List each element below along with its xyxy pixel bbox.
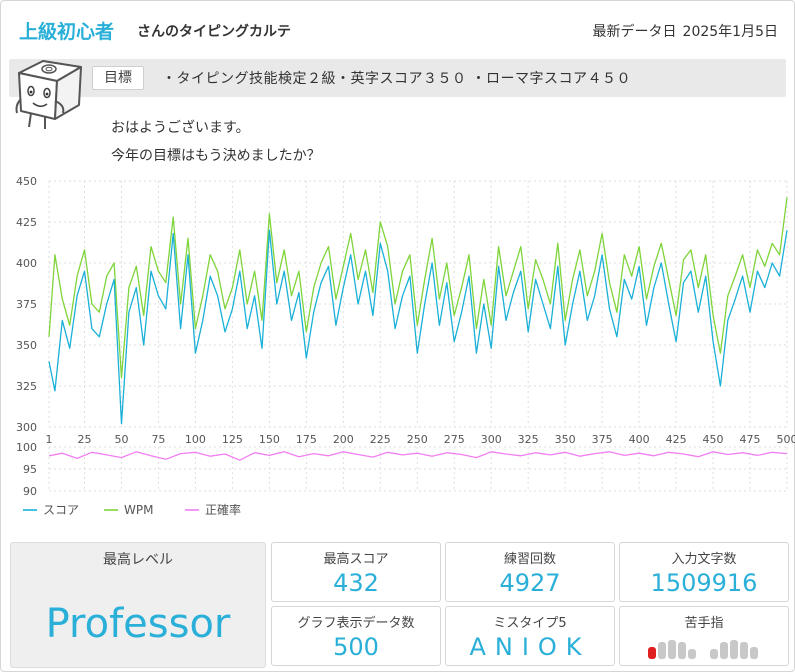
practice-count-card: 練習回数 4927 [445, 542, 615, 602]
finger-1 [658, 642, 666, 659]
user-suffix: さんのタイピングカルテ [137, 24, 291, 40]
latest-date: 2025年1月5日 [682, 24, 778, 40]
max-level-box: 最高レベル Professor [10, 542, 266, 668]
score-chart: 300 325 350 375 400 425 450 90 95 100 1 25 50 75 100 12… [1, 169, 795, 521]
y-tick-label: 450 [16, 175, 37, 188]
y-tick-label: 350 [16, 339, 37, 352]
chars-typed-value: 1509916 [650, 569, 758, 597]
y-tick-label-lower: 90 [23, 485, 37, 498]
x-tick-label: 450 [703, 433, 724, 446]
max-score-title: 最高スコア [323, 552, 389, 567]
y-tick-label: 425 [16, 216, 37, 229]
weak-finger-title: 苦手指 [684, 616, 724, 631]
legend-label: 正確率 [205, 502, 241, 517]
y-tick-label: 375 [16, 298, 37, 311]
x-tick-label: 375 [592, 433, 613, 446]
finger-3 [678, 642, 686, 659]
max-score-card: 最高スコア 432 [271, 542, 441, 602]
keycap-mascot-icon [11, 55, 97, 133]
x-tick-label: 225 [370, 433, 391, 446]
x-tick-label: 100 [185, 433, 206, 446]
x-tick-label: 300 [481, 433, 502, 446]
finger-4 [688, 649, 696, 659]
practice-count-title: 練習回数 [503, 552, 556, 567]
max-score-value: 432 [333, 569, 379, 597]
x-tick-label: 1 [46, 433, 53, 446]
goal-text: ・タイピング技能検定２級・英字スコア３５０ ・ローマ字スコア４５０ [162, 71, 631, 87]
graph-points-value: 500 [333, 633, 379, 661]
x-tick-label: 475 [740, 433, 761, 446]
finger-0 [648, 647, 656, 659]
x-tick-label: 25 [77, 433, 91, 446]
x-tick-label: 150 [259, 433, 280, 446]
greeting-line-1: おはようございます。 [111, 120, 250, 136]
finger-2 [668, 640, 676, 659]
finger-5 [710, 649, 718, 659]
x-tick-label: 50 [114, 433, 128, 446]
x-tick-label: 350 [555, 433, 576, 446]
x-tick-label: 400 [629, 433, 650, 446]
karte-frame: 上級初心者 さんのタイピングカルテ 最新データ日 2025年1月5日 目標 ・タイ… [0, 0, 795, 672]
score-chart-svg: 30032535037540042545090951001 25 50 75 100 12… [16, 175, 795, 517]
y-tick-label: 400 [16, 257, 37, 270]
x-tick-label: 325 [518, 433, 539, 446]
chars-typed-title: 入力文字数 [671, 552, 737, 567]
x-tick-label: 175 [296, 433, 317, 446]
x-tick-label: 200 [333, 433, 354, 446]
x-tick-label: 125 [222, 433, 243, 446]
max-level-value: Professor [45, 601, 231, 647]
x-tick-label: 75 [151, 433, 165, 446]
chars-typed-card: 入力文字数 1509916 [619, 542, 789, 602]
mistype-title: ミスタイプ5 [493, 616, 567, 631]
finger-8 [740, 642, 748, 659]
legend-label: WPM [124, 503, 153, 517]
greeting-line-2: 今年の目標はもう決めましたか？ [111, 148, 321, 164]
x-tick-label: 425 [666, 433, 687, 446]
user-name[interactable]: 上級初心者 [19, 17, 114, 44]
y-tick-label: 300 [16, 421, 37, 434]
weak-finger-card: 苦手指 [619, 606, 789, 666]
finger-7 [730, 640, 738, 659]
mistype-card: ミスタイプ5 ANIOK [445, 606, 615, 666]
latest-data-date: 最新データ日 2025年1月5日 [587, 21, 778, 41]
x-tick-label: 250 [407, 433, 428, 446]
finger-9 [750, 647, 758, 659]
goal-label: 目標 [92, 66, 144, 90]
max-level-title: 最高レベル [103, 552, 173, 568]
practice-count-value: 4927 [499, 569, 561, 597]
y-tick-label-lower: 95 [23, 463, 37, 476]
graph-points-title: グラフ表示データ数 [297, 616, 415, 631]
mistype-value: ANIOK [469, 633, 591, 661]
y-tick-label: 325 [16, 380, 37, 393]
finger-diagram [620, 637, 788, 661]
hands-icon [648, 640, 758, 659]
y-tick-label-lower: 100 [16, 441, 37, 454]
latest-label: 最新データ日 [592, 24, 677, 40]
x-tick-label: 275 [444, 433, 465, 446]
legend-label: スコア [43, 503, 79, 517]
x-tick-label: 500 [777, 433, 795, 446]
stats-panel: 最高レベル Professor 最高スコア 432 練習回数 4927 入力文字… [9, 541, 789, 669]
graph-points-card: グラフ表示データ数 500 [271, 606, 441, 666]
finger-6 [720, 642, 728, 659]
header: 上級初心者 さんのタイピングカルテ 最新データ日 2025年1月5日 [11, 13, 786, 53]
